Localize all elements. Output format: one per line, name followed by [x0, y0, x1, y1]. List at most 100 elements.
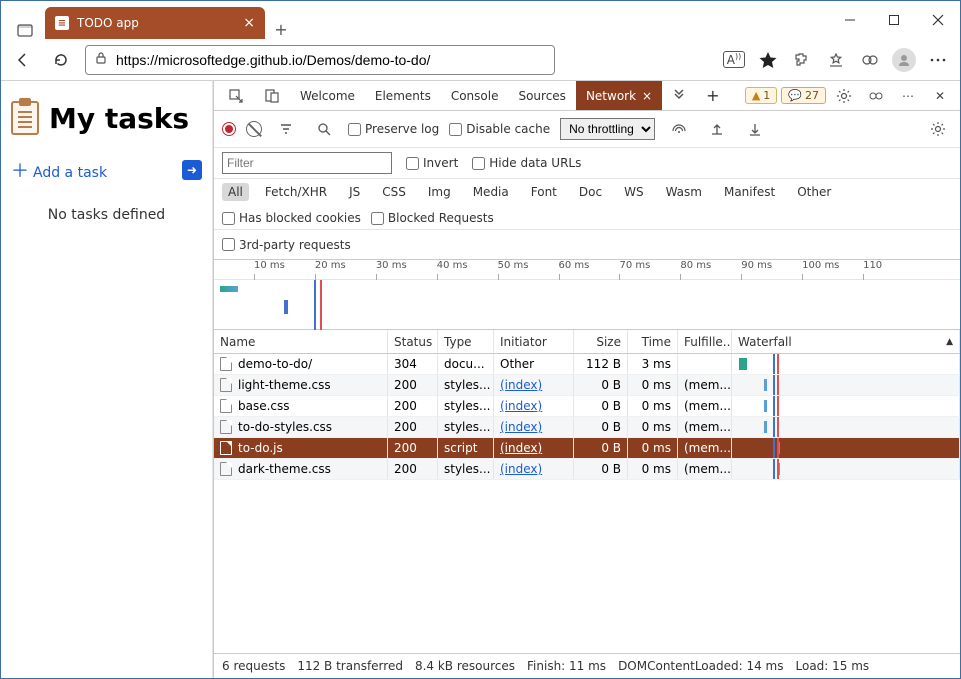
cell-name: base.css: [238, 399, 290, 413]
record-button[interactable]: [222, 122, 236, 136]
cell-waterfall: [732, 417, 960, 437]
col-waterfall[interactable]: Waterfall▲: [732, 330, 960, 353]
devtools-more-icon[interactable]: ⋯: [894, 82, 922, 110]
url-field-container[interactable]: [85, 45, 555, 75]
type-filter-media[interactable]: Media: [467, 183, 515, 201]
disable-cache-checkbox[interactable]: Disable cache: [449, 122, 550, 136]
back-button[interactable]: [9, 46, 37, 74]
type-filter-img[interactable]: Img: [422, 183, 457, 201]
cell-type: styles...: [438, 459, 494, 479]
search-icon[interactable]: [310, 115, 338, 143]
table-row[interactable]: dark-theme.css200styles...(index)0 B0 ms…: [214, 459, 960, 480]
minimize-button[interactable]: [828, 1, 872, 39]
table-row[interactable]: to-do-styles.css200styles...(index)0 B0 …: [214, 417, 960, 438]
col-status[interactable]: Status: [388, 330, 438, 353]
cell-name: to-do.js: [238, 441, 283, 455]
preserve-log-checkbox[interactable]: Preserve log: [348, 122, 439, 136]
status-dcl: DOMContentLoaded: 14 ms: [618, 659, 783, 673]
devtools-tab-elements[interactable]: Elements: [365, 81, 441, 110]
devtools-tab-welcome[interactable]: Welcome: [290, 81, 365, 110]
table-row[interactable]: demo-to-do/304docu...Other112 B3 ms: [214, 354, 960, 375]
devtools-close-icon[interactable]: ✕: [926, 82, 954, 110]
clear-button[interactable]: [246, 121, 262, 137]
site-info-icon[interactable]: [94, 51, 108, 68]
col-type[interactable]: Type: [438, 330, 494, 353]
type-filter-doc[interactable]: Doc: [573, 183, 608, 201]
add-task-row[interactable]: ＋Add a task ➜: [11, 157, 202, 183]
cell-size: 0 B: [574, 375, 628, 395]
devtools-feedback-icon[interactable]: [862, 82, 890, 110]
col-fulfilled[interactable]: Fulfille...: [678, 330, 732, 353]
cell-initiator[interactable]: (index): [494, 438, 574, 458]
type-filter-ws[interactable]: WS: [618, 183, 649, 201]
type-filter-manifest[interactable]: Manifest: [718, 183, 781, 201]
messages-badge[interactable]: 💬27: [781, 87, 826, 104]
col-size[interactable]: Size: [574, 330, 628, 353]
blocked-requests-checkbox[interactable]: Blocked Requests: [371, 211, 494, 225]
hide-data-urls-checkbox[interactable]: Hide data URLs: [472, 156, 581, 170]
network-settings-icon[interactable]: [924, 115, 952, 143]
new-tab-button[interactable]: +: [265, 20, 297, 39]
col-name[interactable]: Name: [214, 330, 388, 353]
collections-icon[interactable]: [856, 46, 884, 74]
cell-initiator[interactable]: (index): [494, 459, 574, 479]
cell-initiator[interactable]: (index): [494, 417, 574, 437]
status-requests: 6 requests: [222, 659, 285, 673]
inspect-element-icon[interactable]: [218, 81, 254, 110]
type-filter-js[interactable]: JS: [343, 183, 366, 201]
network-filter-row: Invert Hide data URLs: [214, 148, 960, 179]
browser-tab-active[interactable]: ≡ TODO app ×: [45, 7, 265, 39]
toggle-device-icon[interactable]: [254, 81, 290, 110]
network-conditions-icon[interactable]: [665, 115, 693, 143]
read-aloud-icon[interactable]: A)): [720, 46, 748, 74]
profile-avatar[interactable]: [890, 46, 918, 74]
network-timeline[interactable]: 10 ms20 ms30 ms40 ms50 ms60 ms70 ms80 ms…: [214, 260, 960, 330]
window-titlebar: ≡ TODO app × +: [1, 1, 960, 39]
table-row[interactable]: base.css200styles...(index)0 B0 ms(mem..…: [214, 396, 960, 417]
cell-fulfilled: (mem...: [678, 459, 732, 479]
more-tabs-icon[interactable]: [662, 81, 696, 110]
devtools-tab-console[interactable]: Console: [441, 81, 509, 110]
table-row[interactable]: light-theme.css200styles...(index)0 B0 m…: [214, 375, 960, 396]
import-har-icon[interactable]: [703, 115, 731, 143]
type-filter-other[interactable]: Other: [791, 183, 837, 201]
export-har-icon[interactable]: [741, 115, 769, 143]
table-row[interactable]: to-do.js200script(index)0 B0 ms(mem...: [214, 438, 960, 459]
timeline-tick: 80 ms: [680, 260, 711, 271]
cell-waterfall: [732, 354, 960, 374]
refresh-button[interactable]: [47, 46, 75, 74]
favorite-icon[interactable]: [754, 46, 782, 74]
url-input[interactable]: [116, 52, 546, 68]
type-filter-css[interactable]: CSS: [376, 183, 412, 201]
table-header[interactable]: Name Status Type Initiator Size Time Ful…: [214, 330, 960, 354]
devtools-settings-icon[interactable]: [830, 82, 858, 110]
col-initiator[interactable]: Initiator: [494, 330, 574, 353]
has-blocked-cookies-checkbox[interactable]: Has blocked cookies: [222, 211, 361, 225]
type-filter-fetchxhr[interactable]: Fetch/XHR: [259, 183, 333, 201]
issues-badge[interactable]: ▲1: [745, 87, 777, 104]
third-party-checkbox[interactable]: 3rd-party requests: [222, 238, 351, 252]
extensions-icon[interactable]: [788, 46, 816, 74]
type-filter-wasm[interactable]: Wasm: [660, 183, 708, 201]
settings-more-icon[interactable]: [924, 46, 952, 74]
close-tab-icon[interactable]: ×: [642, 89, 652, 103]
type-filter-all[interactable]: All: [222, 183, 249, 201]
cell-initiator[interactable]: (index): [494, 396, 574, 416]
throttling-select[interactable]: No throttling: [560, 118, 655, 140]
maximize-button[interactable]: [872, 1, 916, 39]
submit-task-icon[interactable]: ➜: [182, 160, 202, 180]
col-time[interactable]: Time: [628, 330, 678, 353]
invert-checkbox[interactable]: Invert: [406, 156, 458, 170]
cell-initiator[interactable]: Other: [494, 354, 574, 374]
devtools-tab-sources[interactable]: Sources: [508, 81, 575, 110]
filter-input[interactable]: [222, 152, 392, 174]
filter-toggle-icon[interactable]: [272, 115, 300, 143]
tab-overview-icon[interactable]: [5, 23, 45, 39]
new-tool-icon[interactable]: +: [696, 81, 729, 110]
tab-close-icon[interactable]: ×: [243, 15, 255, 31]
type-filter-font[interactable]: Font: [525, 183, 563, 201]
close-window-button[interactable]: [916, 1, 960, 39]
devtools-tab-network[interactable]: Network×: [576, 81, 662, 110]
cell-initiator[interactable]: (index): [494, 375, 574, 395]
favorites-bar-icon[interactable]: [822, 46, 850, 74]
